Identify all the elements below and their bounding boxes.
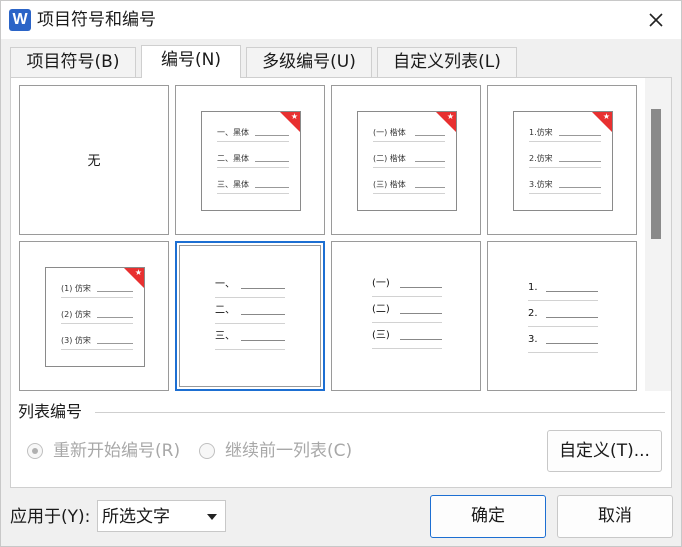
- style-preview-thumbnail: ★ (一) 楷体 (二) 楷体 (三) 楷体: [357, 111, 457, 211]
- style-preview-thumbnail: ★ 1.仿宋 2.仿宋 3.仿宋: [513, 111, 613, 211]
- preview-line: 一、黑体: [217, 128, 289, 142]
- scrollbar-thumb[interactable]: [651, 109, 661, 239]
- dialog-title: 项目符号和编号: [37, 10, 156, 30]
- preview-line: (2) 仿宋: [61, 310, 133, 324]
- continue-list-radio[interactable]: 继续前一列表(C): [199, 440, 369, 462]
- preview-line: (二): [372, 304, 442, 323]
- preview-line: (1) 仿宋: [61, 284, 133, 298]
- numbering-style-heiti[interactable]: ★ 一、黑体 二、黑体 三、黑体: [175, 85, 325, 235]
- tab-bullets[interactable]: 项目符号(B): [10, 47, 136, 77]
- preview-line: 一、: [215, 279, 285, 298]
- apply-to-label: 应用于(Y):: [10, 507, 91, 527]
- close-button[interactable]: [641, 7, 671, 33]
- preview-line: 三、: [215, 331, 285, 350]
- radio-button-icon: [199, 443, 215, 459]
- numbering-style-none[interactable]: 无: [19, 85, 169, 235]
- star-icon: ★: [134, 268, 142, 277]
- star-icon: ★: [290, 112, 298, 121]
- numbering-style-fangsong-dot[interactable]: ★ 1.仿宋 2.仿宋 3.仿宋: [487, 85, 637, 235]
- preview-line: 二、: [215, 305, 285, 324]
- preview-line: 二、黑体: [217, 154, 289, 168]
- gallery-scrollbar[interactable]: [645, 78, 671, 391]
- apply-to-dropdown[interactable]: 所选文字: [97, 500, 226, 532]
- preview-line: (三) 楷体: [373, 180, 445, 194]
- radio-button-icon: [27, 443, 43, 459]
- preview-line: 2.: [528, 308, 598, 327]
- tab-numbering[interactable]: 编号(N): [141, 45, 241, 78]
- numbering-style-kaiti[interactable]: ★ (一) 楷体 (二) 楷体 (三) 楷体: [331, 85, 481, 235]
- star-icon: ★: [602, 112, 610, 121]
- numbering-style-fangsong-paren[interactable]: ★ (1) 仿宋 (2) 仿宋 (3) 仿宋: [19, 241, 169, 391]
- tab-custom-list[interactable]: 自定义列表(L): [377, 47, 517, 77]
- numbering-style-chinese-paren[interactable]: (一) (二) (三): [331, 241, 481, 391]
- numbering-style-chinese-dun[interactable]: 一、 二、 三、: [175, 241, 325, 391]
- list-numbering-heading: 列表编号: [18, 402, 83, 421]
- preview-line: (一) 楷体: [373, 128, 445, 142]
- cancel-button[interactable]: 取消: [557, 495, 673, 538]
- customize-button[interactable]: 自定义(T)...: [547, 430, 662, 472]
- style-preview-thumbnail: ★ (1) 仿宋 (2) 仿宋 (3) 仿宋: [45, 267, 145, 367]
- dropdown-arrow-icon: [207, 514, 217, 520]
- wps-writer-icon: W: [9, 9, 31, 31]
- preview-line: (一): [372, 278, 442, 297]
- ok-button[interactable]: 确定: [430, 495, 546, 538]
- restart-numbering-radio[interactable]: 重新开始编号(R): [27, 440, 197, 462]
- preview-line: (二) 楷体: [373, 154, 445, 168]
- numbering-style-arabic-dot[interactable]: 1. 2. 3.: [487, 241, 637, 391]
- section-divider: [95, 412, 665, 413]
- preview-line: (三): [372, 330, 442, 349]
- bullets-numbering-dialog: W 项目符号和编号 项目符号(B) 编号(N) 多级编号(U) 自定义列表(L)…: [0, 0, 682, 547]
- preview-line: (3) 仿宋: [61, 336, 133, 350]
- tab-multilevel[interactable]: 多级编号(U): [246, 47, 372, 77]
- preview-line: 三、黑体: [217, 180, 289, 194]
- preview-line: 1.仿宋: [529, 128, 601, 142]
- apply-to-value: 所选文字: [102, 507, 170, 527]
- preview-line: 1.: [528, 282, 598, 301]
- preview-line: 3.: [528, 334, 598, 353]
- close-icon: [649, 13, 663, 27]
- style-preview-thumbnail: ★ 一、黑体 二、黑体 三、黑体: [201, 111, 301, 211]
- preview-line: 2.仿宋: [529, 154, 601, 168]
- none-label: 无: [87, 154, 101, 169]
- preview-line: 3.仿宋: [529, 180, 601, 194]
- numbering-panel: 无 ★ 一、黑体 二、黑体 三、黑体 ★ (一) 楷体 (二) 楷体 (三) 楷…: [10, 77, 672, 488]
- title-bar: W 项目符号和编号: [1, 1, 681, 39]
- star-icon: ★: [446, 112, 454, 121]
